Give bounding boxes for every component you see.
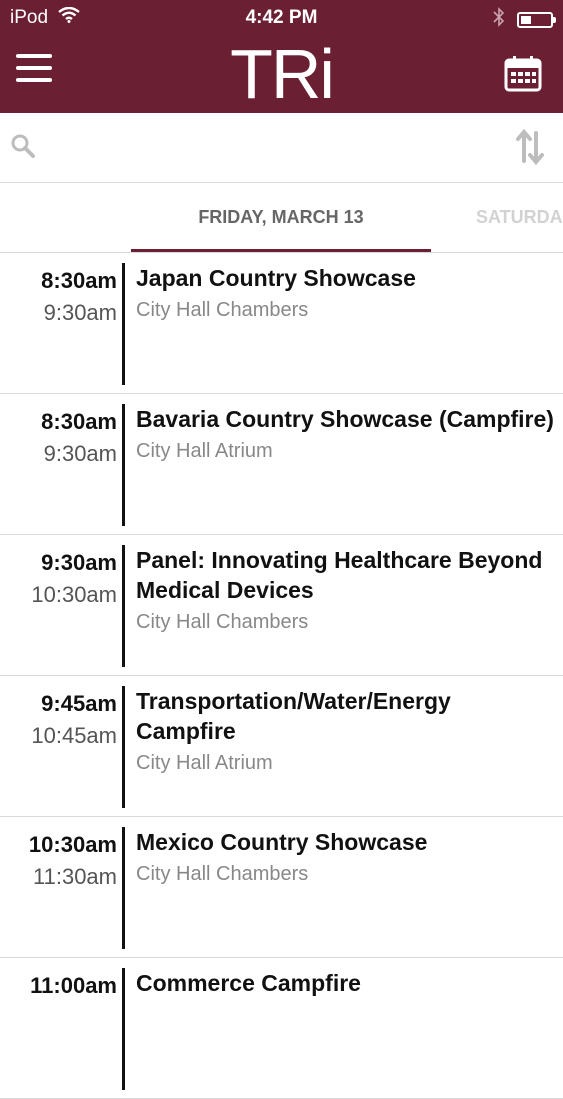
list-item[interactable]: 9:30am 10:30am Panel: Innovating Healthc… (0, 535, 563, 676)
end-time: 10:45am (31, 723, 117, 748)
event-title: Bavaria Country Showcase (Campfire) (136, 406, 554, 432)
calendar-icon (504, 56, 542, 92)
time-range: 10:30am 11:30am (29, 829, 117, 893)
status-bar: iPod 4:42 PM (0, 0, 563, 36)
event-title: Transportation/Water/Energy Campfire (136, 688, 451, 744)
event-title: Mexico Country Showcase (136, 829, 428, 855)
end-time: 9:30am (43, 300, 117, 325)
time-range: 9:45am 10:45am (31, 688, 117, 752)
search-input[interactable] (45, 129, 489, 167)
event-info: Japan Country Showcase City Hall Chamber… (136, 263, 556, 322)
start-time: 9:30am (41, 550, 117, 575)
event-venue: City Hall Atrium (136, 752, 273, 774)
event-venue: City Hall Chambers (136, 863, 309, 885)
event-venue: City Hall Chambers (136, 299, 309, 321)
event-info: Commerce Campfire (136, 968, 556, 1004)
time-range: 8:30am 9:30am (41, 406, 117, 470)
time-range: 11:00am (30, 970, 117, 1002)
tab-friday[interactable]: FRIDAY, MARCH 13 (131, 207, 431, 228)
search-icon (10, 133, 36, 164)
battery-icon (517, 12, 556, 28)
end-time: 11:30am (33, 864, 117, 889)
event-info: Transportation/Water/Energy Campfire Cit… (136, 686, 556, 775)
schedule-list: 8:30am 9:30am Japan Country Showcase Cit… (0, 253, 563, 1099)
calendar-button[interactable] (503, 54, 543, 94)
app-logo: TRi (230, 35, 335, 113)
event-info: Mexico Country Showcase City Hall Chambe… (136, 827, 556, 886)
event-title: Panel: Innovating Healthcare Beyond Medi… (136, 547, 543, 603)
active-tab-indicator (131, 249, 431, 252)
timeline-divider (122, 968, 125, 1090)
list-item[interactable]: 8:30am 9:30am Bavaria Country Showcase (… (0, 394, 563, 535)
event-venue: City Hall Atrium (136, 440, 273, 462)
end-time: 10:30am (31, 582, 117, 607)
start-time: 10:30am (28, 832, 117, 857)
end-time: 9:30am (43, 441, 117, 466)
timeline-divider (122, 404, 125, 526)
tab-saturday[interactable]: SATURDA (476, 207, 563, 228)
list-item[interactable]: 10:30am 11:30am Mexico Country Showcase … (0, 817, 563, 958)
time-range: 9:30am 10:30am (31, 547, 117, 611)
start-time: 9:45am (41, 691, 117, 716)
event-venue: City Hall Chambers (136, 611, 309, 633)
list-item[interactable]: 9:45am 10:45am Transportation/Water/Ener… (0, 676, 563, 817)
day-tabs: FRIDAY, MARCH 13 SATURDA (0, 183, 563, 253)
sort-icon[interactable] (515, 127, 545, 172)
search-bar (0, 113, 563, 183)
timeline-divider (122, 263, 125, 385)
start-time: 11:00am (30, 973, 117, 998)
event-title: Commerce Campfire (136, 970, 361, 996)
timeline-divider (122, 827, 125, 949)
status-right (493, 7, 556, 33)
event-title: Japan Country Showcase (136, 265, 416, 291)
nav-bar: TRi (0, 35, 563, 113)
timeline-divider (122, 545, 125, 667)
event-info: Bavaria Country Showcase (Campfire) City… (136, 404, 556, 463)
list-item[interactable]: 11:00am Commerce Campfire (0, 958, 563, 1099)
bluetooth-icon (493, 7, 505, 33)
start-time: 8:30am (41, 409, 117, 434)
list-item[interactable]: 8:30am 9:30am Japan Country Showcase Cit… (0, 253, 563, 394)
event-info: Panel: Innovating Healthcare Beyond Medi… (136, 545, 556, 634)
time-range: 8:30am 9:30am (41, 265, 117, 329)
status-time: 4:42 PM (245, 7, 318, 28)
timeline-divider (122, 686, 125, 808)
start-time: 8:30am (41, 268, 117, 293)
